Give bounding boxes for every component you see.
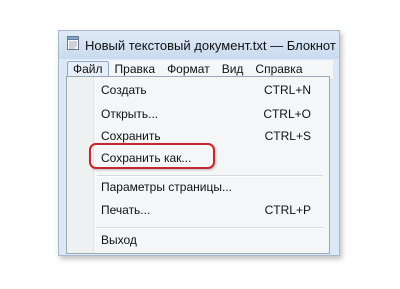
file-menu-dropdown: Создать CTRL+N Открыть... CTRL+O Сохрани…	[66, 76, 330, 254]
title-bar[interactable]: Новый текстовый документ.txt — Блокнот	[59, 31, 339, 59]
menu-item-label: Сохранить	[101, 129, 161, 143]
menu-item-label: Открыть...	[101, 107, 159, 121]
window-title: Новый текстовый документ.txt — Блокнот	[85, 37, 336, 53]
menu-item-label: Сохранить как...	[101, 151, 192, 165]
menu-item-label: Выход	[101, 233, 137, 247]
menu-item-label: Печать...	[101, 203, 151, 217]
notepad-doc-icon	[67, 35, 85, 55]
menu-item-new[interactable]: Создать CTRL+N	[101, 81, 311, 99]
menu-item-open[interactable]: Открыть... CTRL+O	[101, 105, 311, 123]
menu-item-label: Параметры страницы...	[101, 180, 232, 194]
menu-item-save[interactable]: Сохранить CTRL+S	[101, 127, 311, 145]
menu-item-shortcut: CTRL+N	[263, 83, 311, 97]
menu-item-page-setup[interactable]: Параметры страницы...	[101, 178, 311, 196]
menu-item-shortcut: CTRL+P	[264, 203, 311, 217]
menu-item-save-as[interactable]: Сохранить как...	[101, 149, 311, 167]
menu-item-label: Создать	[101, 83, 147, 97]
menu-item-exit[interactable]: Выход	[101, 231, 311, 249]
menu-item-shortcut: CTRL+O	[263, 107, 311, 121]
menu-item-print[interactable]: Печать... CTRL+P	[101, 201, 311, 219]
menu-item-shortcut: CTRL+S	[264, 129, 311, 143]
menu-icon-column	[67, 77, 94, 253]
menu-separator	[97, 227, 323, 229]
menu-separator	[97, 175, 323, 177]
